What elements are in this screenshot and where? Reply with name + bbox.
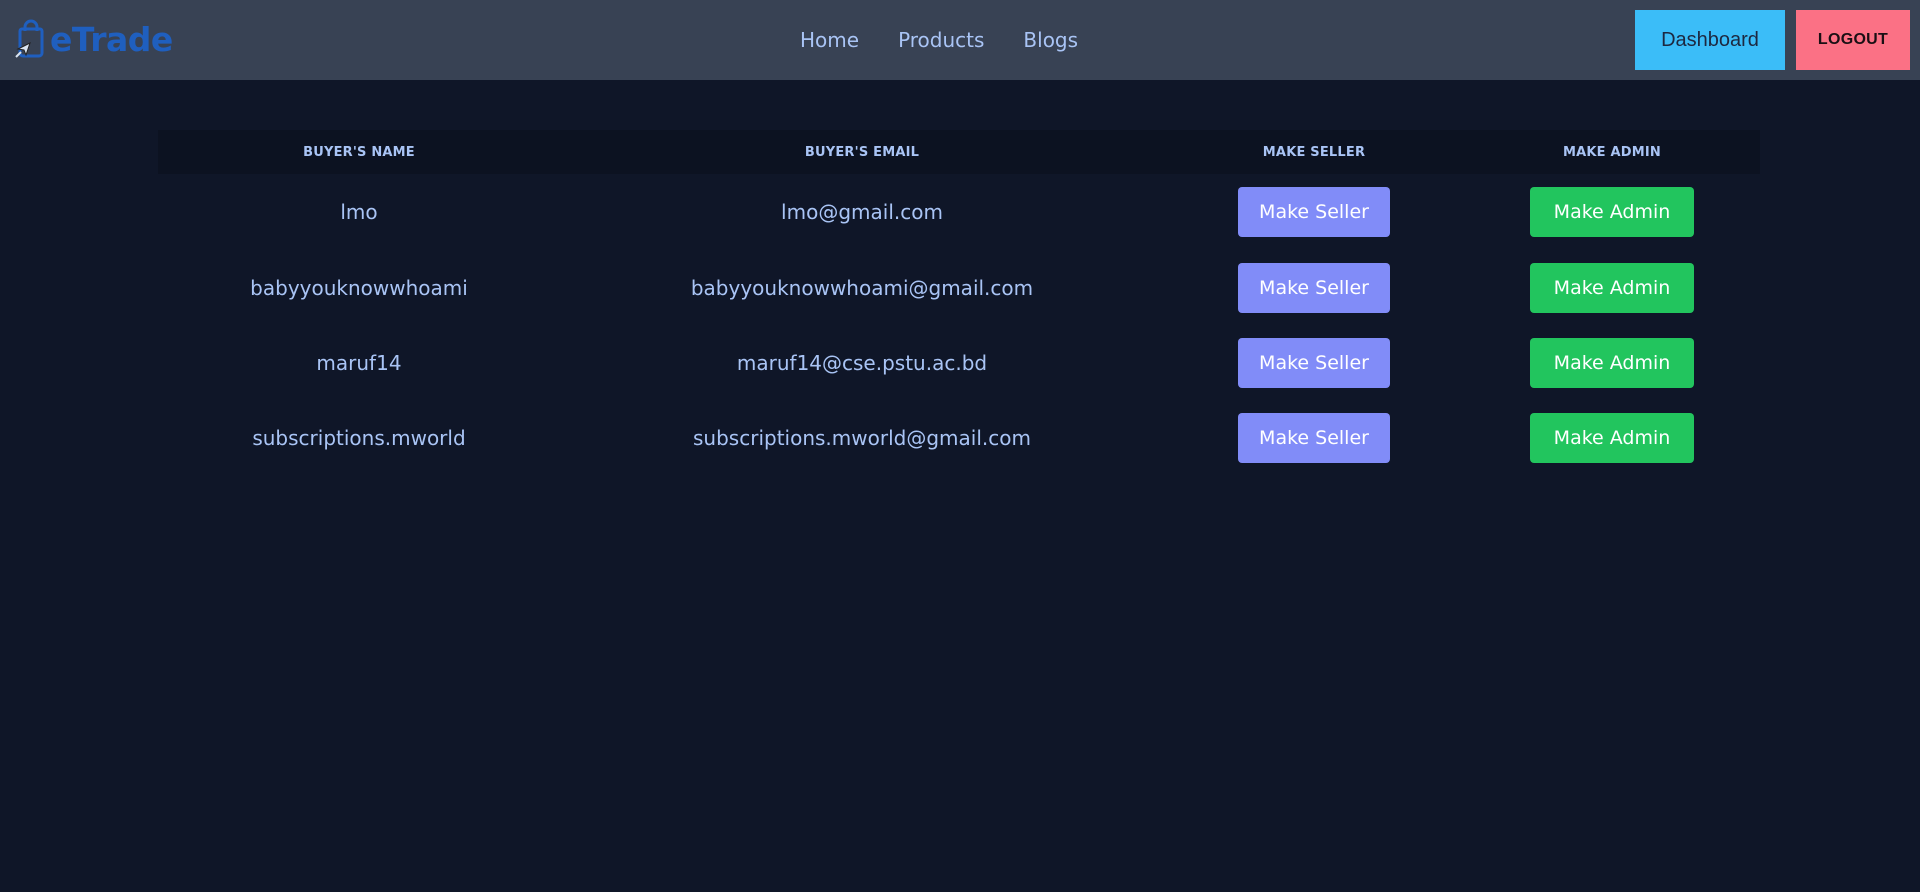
logout-button[interactable]: LOGOUT [1796,10,1910,70]
make-admin-cell: Make Admin [1464,250,1760,325]
buyers-table: BUYER'S NAME BUYER'S EMAIL MAKE SELLER M… [158,130,1760,475]
make-seller-cell: Make Seller [1164,325,1464,400]
buyer-name-cell: maruf14 [316,350,402,375]
table-header-row: BUYER'S NAME BUYER'S EMAIL MAKE SELLER M… [158,130,1760,174]
make-seller-button[interactable]: Make Seller [1238,187,1390,237]
buyer-name-cell: lmo [340,200,378,224]
brand-name: eTrade [50,19,173,59]
buyers-table-container: BUYER'S NAME BUYER'S EMAIL MAKE SELLER M… [158,130,1760,475]
buyer-email-cell: babyyouknowwhoami@gmail.com [690,275,1034,300]
table-row: subscriptions.mworld subscriptions.mworl… [158,400,1760,475]
table-row: maruf14 maruf14@cse.pstu.ac.bd Make Sell… [158,325,1760,400]
nav-link-products[interactable]: Products [898,28,984,52]
make-admin-cell: Make Admin [1464,400,1760,475]
make-seller-cell: Make Seller [1164,400,1464,475]
make-admin-button[interactable]: Make Admin [1530,187,1694,237]
make-admin-button[interactable]: Make Admin [1530,262,1694,313]
brand-logo[interactable]: eTrade [10,14,173,64]
make-admin-cell: Make Admin [1464,174,1760,250]
table-row: lmo lmo@gmail.com Make Seller Make Admin [158,174,1760,250]
dashboard-button[interactable]: Dashboard [1635,10,1785,70]
nav-link-blogs[interactable]: Blogs [1023,28,1078,52]
make-seller-cell: Make Seller [1164,250,1464,325]
shopping-bag-icon [10,17,50,61]
header-buyer-name: BUYER'S NAME [303,144,415,160]
make-seller-button[interactable]: Make Seller [1238,337,1390,388]
header-buyer-email: BUYER'S EMAIL [804,144,920,160]
buyer-name-cell: babyyouknowwhoami [250,275,468,300]
make-admin-button[interactable]: Make Admin [1530,412,1694,463]
buyer-name-cell: subscriptions.mworld [252,425,466,450]
make-seller-button[interactable]: Make Seller [1238,262,1390,313]
buyer-email-cell: lmo@gmail.com [781,200,943,224]
header-make-admin: MAKE ADMIN [1563,144,1661,160]
make-admin-cell: Make Admin [1464,325,1760,400]
make-seller-cell: Make Seller [1164,174,1464,250]
make-seller-button[interactable]: Make Seller [1238,412,1390,463]
nav-link-home[interactable]: Home [800,28,859,52]
main-nav: Home Products Blogs [800,0,1117,80]
make-admin-button[interactable]: Make Admin [1530,337,1694,388]
buyer-email-cell: subscriptions.mworld@gmail.com [693,425,1031,450]
table-row: babyyouknowwhoami babyyouknowwhoami@gmai… [158,250,1760,325]
buyer-email-cell: maruf14@cse.pstu.ac.bd [736,350,988,375]
navbar: eTrade Home Products Blogs Dashboard LOG… [0,0,1920,80]
header-make-seller: MAKE SELLER [1262,144,1366,160]
